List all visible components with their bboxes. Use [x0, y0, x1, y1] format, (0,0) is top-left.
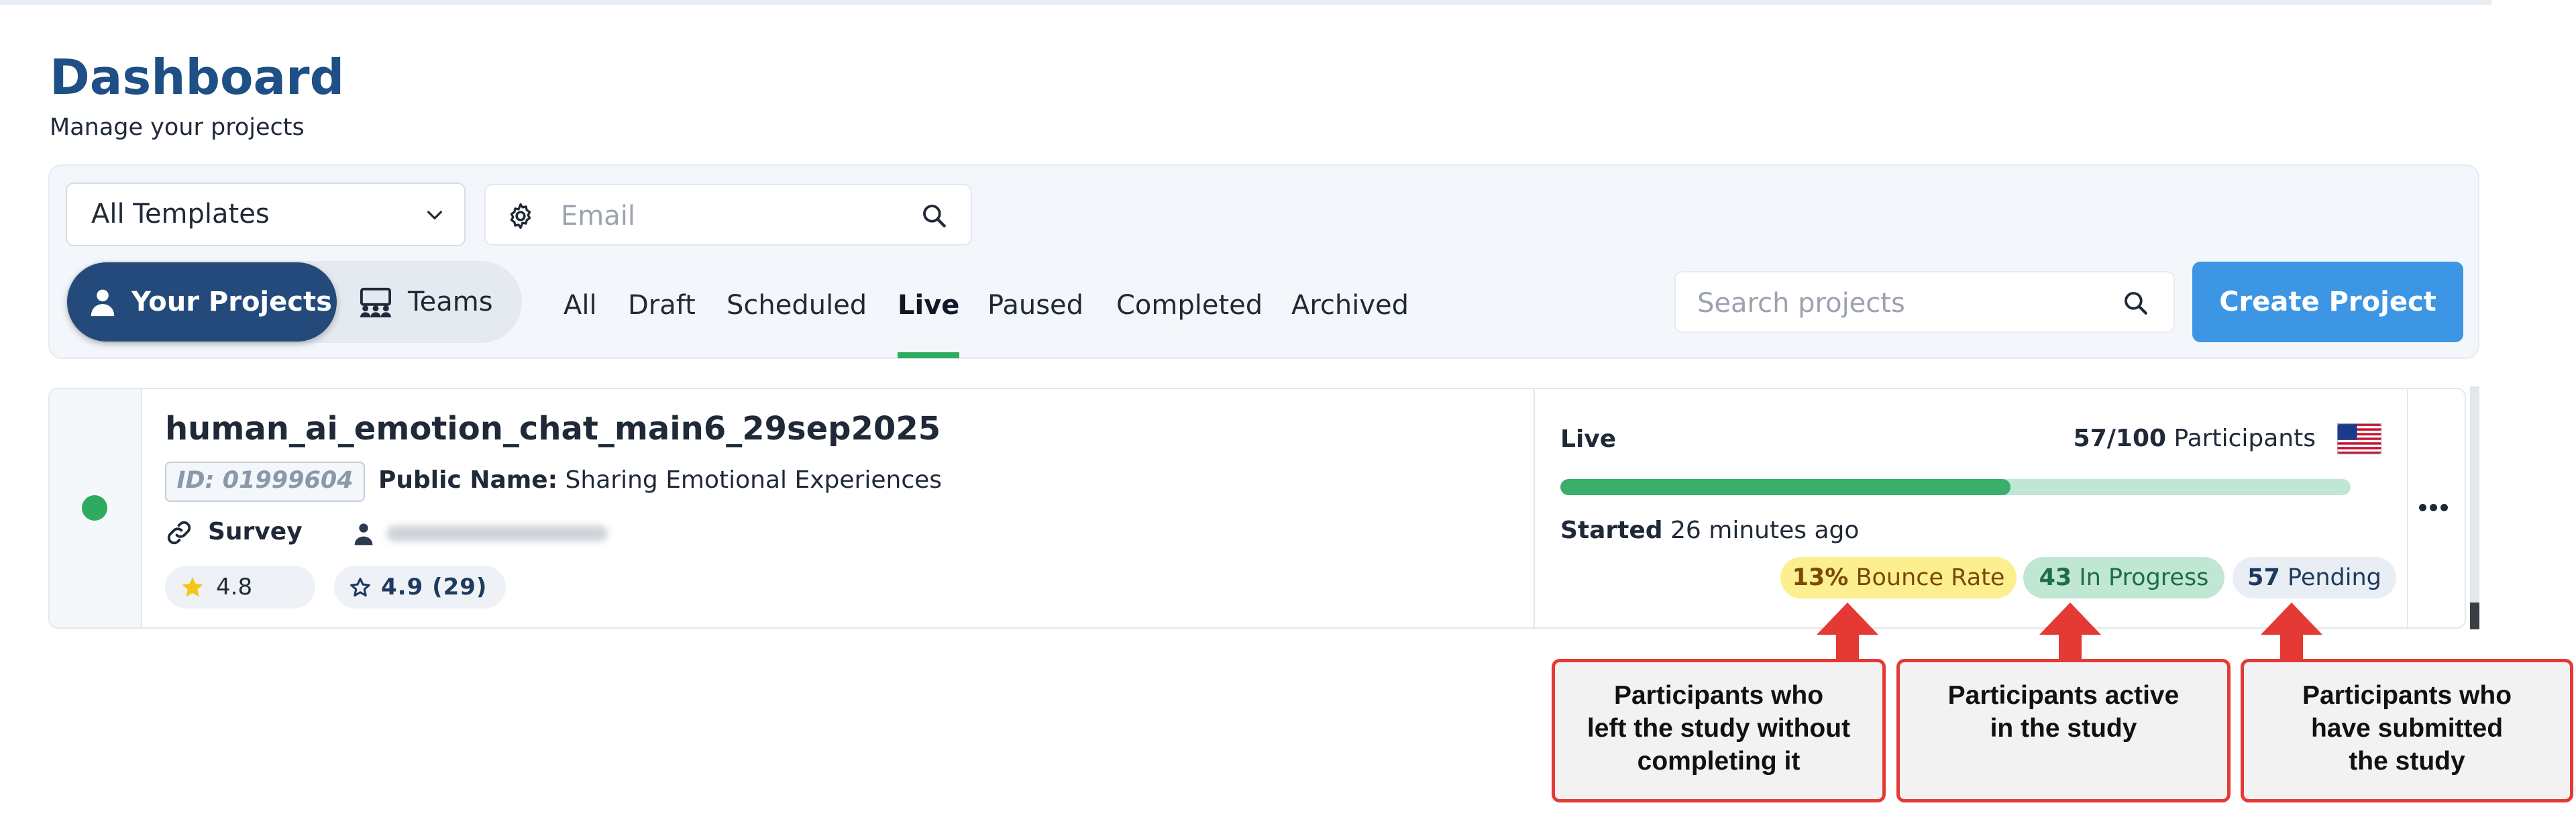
participants-progress-bar [1560, 479, 2351, 495]
search-icon[interactable] [920, 201, 948, 229]
participants-progress-fill [1560, 479, 2011, 495]
star-outline-icon [350, 577, 370, 597]
user-icon [91, 289, 115, 317]
in-progress-value: 43 [2039, 564, 2072, 591]
project-type: Survey [208, 518, 303, 545]
teams-label: Teams [408, 286, 493, 317]
public-name: Public Name: Sharing Emotional Experienc… [378, 462, 942, 499]
tab-draft[interactable]: Draft [628, 268, 696, 358]
template-select[interactable]: All Templates [66, 183, 466, 246]
star-icon [182, 577, 203, 597]
status-panel: Live 57/100 Participants Started 26 minu… [1534, 389, 2408, 627]
page-subtitle: Manage your projects [50, 114, 305, 141]
tab-live[interactable]: Live [898, 268, 960, 358]
live-status-dot [82, 495, 107, 521]
email-filter [484, 184, 972, 246]
bounce-rate-value: 13% [1792, 564, 1849, 591]
top-divider [0, 0, 2491, 5]
project-scope-toggle: Your Projects Teams [66, 261, 522, 343]
public-name-value: Sharing Emotional Experiences [565, 466, 943, 494]
in-progress-callout-line: in the study [1990, 714, 2137, 743]
tab-completed[interactable]: Completed [1116, 268, 1263, 358]
bounce-rate-label: Bounce Rate [1856, 564, 2005, 591]
pending-arrow-head [2261, 603, 2322, 635]
started-time: 26 minutes ago [1670, 517, 1860, 544]
in-progress-badge: 43 In Progress [2023, 557, 2224, 598]
teams-icon [360, 287, 391, 317]
tab-archived[interactable]: Archived [1291, 268, 1409, 358]
project-card[interactable]: human_ai_emotion_chat_main6_29sep2025 ID… [48, 388, 2466, 629]
pending-callout-line: have submitted [2310, 714, 2504, 743]
bounce-arrow-stem [1836, 633, 1859, 662]
search-icon[interactable] [2121, 289, 2149, 317]
email-input[interactable] [559, 193, 911, 239]
your-projects-label: Your Projects [131, 286, 332, 317]
pending-arrow-stem [2280, 633, 2303, 662]
owner-email-redacted [386, 525, 608, 541]
status-label: Live [1560, 425, 1617, 453]
started-info: Started 26 minutes ago [1560, 512, 1859, 550]
pending-label: Pending [2287, 564, 2381, 591]
more-options-button[interactable] [2406, 389, 2466, 627]
participants-count-label: Participants [2174, 425, 2316, 452]
your-projects-button[interactable]: Your Projects [67, 262, 337, 342]
status-column [50, 389, 142, 627]
create-project-button[interactable]: Create Project [2192, 262, 2463, 342]
project-search-input[interactable] [1696, 280, 2101, 326]
bounce-callout-line: left the study without [1587, 714, 1851, 743]
in-progress-callout: Participants active in the study [1896, 659, 2231, 802]
teams-button[interactable]: Teams [354, 262, 515, 342]
project-type-row: Survey [165, 512, 702, 552]
bounce-rate-badge: 13% Bounce Rate [1780, 557, 2017, 598]
rating-alt-value: 4.9 (29) [381, 574, 488, 601]
page-title: Dashboard [50, 49, 345, 105]
rating-badge: 4.8 [165, 566, 315, 609]
pending-badge: 57 Pending [2233, 557, 2396, 598]
public-name-label: Public Name: [378, 466, 558, 494]
in-progress-arrow-head [2039, 603, 2101, 635]
in-progress-label: In Progress [2079, 564, 2209, 591]
tab-paused[interactable]: Paused [987, 268, 1083, 358]
scrollbar-track[interactable] [2470, 386, 2479, 629]
us-flag-icon [2337, 423, 2381, 455]
project-search [1674, 271, 2175, 333]
pending-callout-line: the study [2349, 747, 2465, 776]
tab-scheduled[interactable]: Scheduled [727, 268, 867, 358]
in-progress-callout-line: Participants active [1947, 681, 2180, 710]
bounce-callout-line: Participants who [1613, 681, 1824, 710]
link-icon [167, 521, 191, 545]
rating-alt-badge: 4.9 (29) [334, 566, 506, 609]
project-name[interactable]: human_ai_emotion_chat_main6_29sep2025 [165, 408, 941, 450]
template-select-value: All Templates [91, 199, 270, 229]
gear-icon[interactable] [506, 201, 535, 231]
bounce-callout-line: completing it [1637, 747, 1801, 776]
user-icon [354, 523, 373, 545]
more-horizontal-icon [2419, 503, 2451, 513]
project-id-badge: ID: 01999604 [165, 462, 365, 502]
bounce-callout: Participants who left the study without … [1552, 659, 1886, 802]
bounce-arrow-head [1817, 603, 1878, 635]
pending-callout-line: Participants who [2302, 681, 2512, 710]
pending-value: 57 [2247, 564, 2280, 591]
pending-callout: Participants who have submitted the stud… [2241, 659, 2573, 802]
chevron-down-icon [427, 211, 442, 219]
tab-all[interactable]: All [564, 268, 597, 358]
rating-value: 4.8 [216, 574, 253, 601]
participants-count: 57/100 Participants [2074, 420, 2316, 458]
in-progress-arrow-stem [2059, 633, 2082, 662]
started-label: Started [1560, 517, 1663, 544]
participants-count-value: 57/100 [2073, 425, 2167, 452]
scrollbar-thumb[interactable] [2470, 603, 2479, 629]
